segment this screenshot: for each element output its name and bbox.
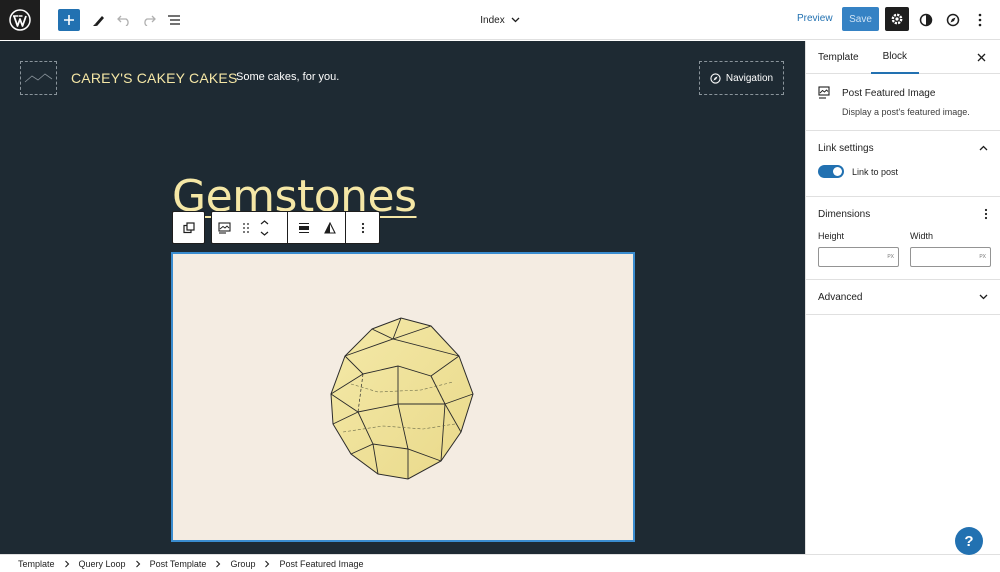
navigation-block[interactable]: Navigation [699,61,784,95]
chevron-right-icon [135,560,140,567]
list-view-button[interactable] [164,0,184,40]
chevron-right-icon [216,560,221,567]
select-parent-button[interactable] [172,211,205,244]
width-unit: PX [979,254,986,260]
document-title-dropdown[interactable]: Index [460,0,540,40]
chevron-up-icon[interactable] [260,219,269,225]
advanced-title: Advanced [818,291,863,303]
height-input[interactable]: PX [818,247,899,267]
breadcrumb-template[interactable]: Template [18,559,55,569]
add-block-button[interactable] [58,9,80,31]
featured-image-block-icon [818,86,830,99]
compass-icon [946,13,960,27]
link-to-post-label: Link to post [852,166,899,177]
save-button[interactable]: Save [842,7,879,31]
chevron-down-icon [979,294,988,300]
dimensions-panel: Dimensions Height PX Width PX [806,197,1000,280]
half-circle-icon [919,13,933,27]
chevron-down-icon [511,17,520,23]
dimensions-header: Dimensions [818,197,988,231]
tools-button[interactable] [89,0,109,40]
plus-icon [64,15,74,25]
link-settings-toggle[interactable]: Link settings [818,131,988,165]
link-to-post-toggle[interactable] [818,165,844,178]
undo-icon [117,15,129,26]
move-arrows [260,219,269,236]
parent-block-icon [182,221,195,233]
sidebar-tabs: Template Block [806,41,1000,74]
preview-button[interactable]: Preview [797,13,833,24]
editor-header: Index Preview Save [0,0,1000,40]
block-toolbar [211,211,380,244]
settings-sidebar: Template Block Post Featured Image Displ… [805,41,1000,554]
breadcrumb-post-featured-image: Post Featured Image [279,558,364,569]
list-view-icon [168,15,180,25]
close-icon [977,53,985,61]
site-logo-placeholder[interactable] [20,61,57,95]
redo-button[interactable] [139,0,159,40]
block-card: Post Featured Image Display a post's fea… [806,74,1000,131]
block-options-icon[interactable] [361,222,365,234]
compass-icon [710,72,721,84]
width-label: Width [910,231,934,241]
tab-template[interactable]: Template [806,41,871,74]
site-tagline[interactable]: Some cakes, for you. [236,71,339,83]
width-input[interactable]: PX [910,247,991,267]
advanced-panel: Advanced [806,280,1000,315]
close-sidebar-button[interactable] [974,50,988,64]
styles-button[interactable] [916,0,936,40]
duotone-filter-icon[interactable] [324,221,336,234]
block-breadcrumb: Template Query Loop Post Template Group … [0,554,1000,572]
breadcrumb-group[interactable]: Group [230,559,255,569]
settings-button[interactable] [885,7,909,31]
tab-block[interactable]: Block [870,41,920,74]
options-button[interactable] [970,0,990,40]
breadcrumb-post-template[interactable]: Post Template [150,559,207,569]
wordpress-logo-icon[interactable] [0,0,40,40]
vertical-ellipsis-icon[interactable] [984,208,988,220]
editor-canvas[interactable]: CAREY'S CAKEY CAKES Some cakes, for you.… [0,41,805,554]
drag-handle-icon[interactable] [242,222,250,234]
link-to-post-row: Link to post [818,165,988,196]
chevron-down-icon[interactable] [260,231,269,236]
dimensions-fields: Height PX Width PX [818,231,991,279]
site-editor-button[interactable] [943,0,963,40]
document-title: Index [480,14,505,26]
undo-button[interactable] [114,0,134,40]
gemstone-illustration [330,317,474,480]
link-settings-title: Link settings [818,142,874,154]
redo-icon [144,15,156,26]
height-unit: PX [887,254,894,260]
height-label: Height [818,231,845,241]
chevron-right-icon [64,560,69,567]
block-card-description: Display a post's featured image. [842,107,970,117]
navigation-label: Navigation [725,72,774,84]
block-card-title: Post Featured Image [842,88,936,99]
chevron-up-icon [979,145,988,151]
landscape-icon [24,73,53,83]
dimensions-title: Dimensions [818,208,871,220]
site-title[interactable]: CAREY'S CAKEY CAKES [71,70,238,86]
gear-icon [891,13,903,25]
breadcrumb-query-loop[interactable]: Query Loop [79,559,126,569]
align-full-icon[interactable] [298,222,310,234]
link-settings-panel: Link settings Link to post [806,131,1000,197]
featured-image-block-icon[interactable] [218,221,232,234]
vertical-ellipsis-icon [978,13,982,27]
pen-icon [93,16,104,26]
advanced-toggle[interactable]: Advanced [818,280,988,314]
post-featured-image[interactable] [171,252,635,542]
chevron-right-icon [265,560,270,567]
help-button[interactable]: ? [955,527,983,555]
